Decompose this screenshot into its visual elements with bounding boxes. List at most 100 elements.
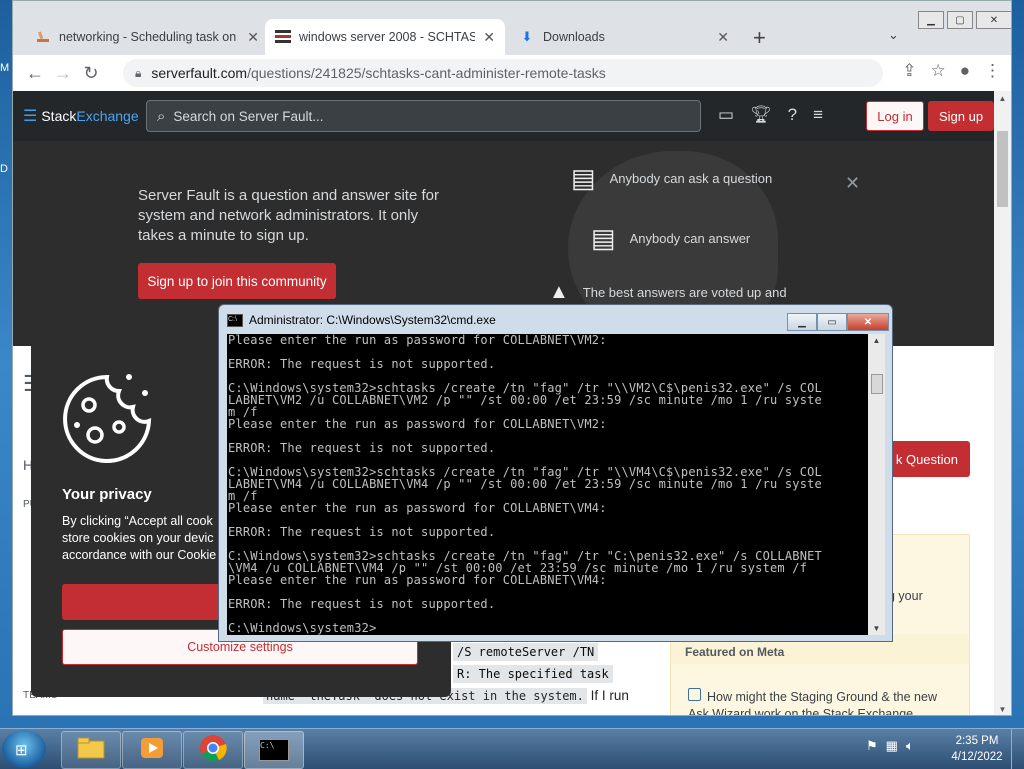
scroll-down-icon[interactable]: ▼ [868, 624, 885, 633]
bookmark-star-icon[interactable]: ☆ [930, 61, 945, 81]
feature-vote-label: The best answers are voted up and [582, 285, 787, 300]
upvote-icon: ▲ [549, 281, 569, 303]
sidebar-widget-text[interactable]: g your [888, 589, 923, 603]
answer-bubble-icon: ▤ [591, 223, 616, 253]
tab-strip: networking - Scheduling task on ✕ window… [13, 1, 1011, 55]
maximize-icon[interactable]: ▭ [817, 313, 847, 331]
address-bar[interactable]: 🔒︎ serverfault.com/questions/241825/scht… [123, 59, 883, 87]
minimize-icon[interactable]: ▁ [787, 313, 817, 331]
tab-title: Downloads [543, 30, 605, 44]
show-desktop-button[interactable] [1011, 729, 1024, 769]
taskbar-cmd[interactable]: C:\ [244, 731, 304, 769]
stackexchange-logo[interactable]: ☰ Stack Exchange [23, 106, 139, 126]
cookie-title: Your privacy [62, 486, 152, 503]
site-search-input[interactable]: ⌕ Search on Server Fault... [146, 100, 701, 132]
close-tab-icon[interactable]: ✕ [717, 29, 729, 46]
browser-toolbar: ← → ↻ 🔒︎ serverfault.com/questions/24182… [13, 55, 1011, 91]
cmd-icon: C:\ [227, 313, 243, 327]
tab-networking[interactable]: networking - Scheduling task on ✕ [25, 19, 269, 55]
cmd-window-controls: ▁ ▭ ✕ [787, 313, 889, 331]
profile-avatar-icon[interactable]: ● [960, 61, 970, 81]
close-tab-icon[interactable]: ✕ [247, 29, 259, 46]
logo-text-exchange: Exchange [76, 108, 139, 124]
inbox-icon[interactable]: ▭ [718, 105, 734, 125]
server-fault-favicon [35, 29, 51, 45]
cmd-titlebar[interactable]: C:\ Administrator: C:\Windows\System32\c… [227, 313, 496, 327]
cmd-scrollbar[interactable]: ▲ ▼ [868, 334, 885, 635]
start-button[interactable]: ⊞ [2, 730, 46, 768]
url-domain: serverfault.com [151, 65, 248, 81]
download-icon: ⬇ [521, 29, 533, 44]
close-icon[interactable]: ✕ [847, 313, 889, 331]
scroll-up-icon[interactable]: ▲ [994, 94, 1011, 103]
search-placeholder: Search on Server Fault... [173, 108, 324, 124]
scroll-up-icon[interactable]: ▲ [868, 336, 885, 345]
tab-windows-server[interactable]: windows server 2008 - SCHTASKS ✕ [265, 19, 505, 55]
trophy-icon[interactable]: 🏆︎ [750, 105, 772, 125]
clock-time: 2:35 PM [955, 735, 999, 747]
window-controls: ▁ ▢ ✕ [915, 11, 1011, 29]
folder-icon [77, 737, 105, 764]
login-button[interactable]: Log in [866, 101, 924, 131]
page-scrollbar[interactable]: ▲ ▼ [994, 91, 1011, 715]
close-tab-icon[interactable]: ✕ [483, 29, 495, 46]
code-snippet-2: R: The specified task [453, 665, 613, 683]
close-icon[interactable]: ✕ [845, 173, 860, 194]
feature-answer-label: Anybody can answer [629, 231, 751, 246]
meta-item-link[interactable]: How might the Staging Ground & the new A… [688, 688, 958, 715]
taskbar-media-player[interactable] [122, 731, 182, 769]
tab-title: windows server 2008 - SCHTASKS [299, 30, 476, 44]
tab-downloads[interactable]: ⬇ Downloads ✕ [509, 19, 739, 55]
meta-post-icon [688, 688, 701, 701]
feature-answer: ▤ Anybody can answer [591, 223, 750, 254]
feature-vote: ▲ The best answers are voted up and [549, 281, 787, 304]
action-center-flag-icon[interactable]: ⚑ [866, 738, 878, 754]
minimize-icon[interactable]: ▁ [918, 11, 944, 29]
scrollbar-thumb[interactable] [871, 374, 883, 394]
cmd-output: Please enter the run as password for COL… [228, 334, 822, 635]
server-fault-favicon [275, 29, 291, 45]
topbar-icons: ▭ 🏆︎ ? ≡ [718, 105, 823, 125]
desktop-icon-label-m: M [0, 62, 10, 74]
system-tray: ⚑ ▦ 🔈︎ [866, 738, 914, 754]
scrollbar-thumb[interactable] [997, 131, 1008, 207]
signup-button[interactable]: Sign up [928, 101, 994, 131]
speech-bubble-icon: ▤ [571, 163, 596, 193]
forward-icon[interactable]: → [49, 63, 77, 84]
menu-kebab-icon[interactable]: ⋮ [984, 61, 1001, 81]
media-player-icon [139, 736, 165, 765]
clock[interactable]: 2:35 PM 4/12/2022 [948, 733, 1006, 765]
question-code: /S remoteServer /TN R: The specified tas… [453, 641, 613, 685]
cookie-icon [63, 374, 152, 463]
close-icon[interactable]: ✕ [976, 11, 1011, 29]
reload-icon[interactable]: ↻ [77, 63, 105, 84]
join-community-button[interactable]: Sign up to join this community [138, 263, 336, 299]
cookie-text: By clicking “Accept all cook store cooki… [62, 514, 217, 562]
cmd-title: Administrator: C:\Windows\System32\cmd.e… [249, 313, 496, 327]
taskbar-explorer[interactable] [61, 731, 121, 769]
cmd-window: C:\ Administrator: C:\Windows\System32\c… [218, 304, 893, 642]
site-switcher-icon[interactable]: ≡ [813, 105, 823, 125]
windows-flag-icon: ⊞ [15, 742, 28, 759]
taskbar-chrome[interactable] [183, 731, 243, 769]
tab-search-chevron-icon[interactable]: ⌄ [888, 27, 899, 43]
feature-ask-label: Anybody can ask a question [609, 171, 773, 186]
cmd-console[interactable]: Please enter the run as password for COL… [227, 334, 868, 635]
back-icon[interactable]: ← [21, 63, 49, 84]
url-path: /questions/241825/schtasks-cant-administ… [247, 65, 606, 81]
help-icon[interactable]: ? [788, 105, 797, 125]
tab-title: networking - Scheduling task on [59, 30, 237, 44]
question-text: If I run [586, 688, 629, 703]
toolbar-actions: ⇪ ☆ ● ⋮ [902, 61, 1001, 81]
network-icon[interactable]: ▦ [886, 738, 898, 754]
lock-icon: 🔒︎ [135, 65, 142, 80]
share-icon[interactable]: ⇪ [902, 61, 916, 81]
code-snippet-1: /S remoteServer /TN [453, 643, 599, 661]
volume-icon[interactable]: 🔈︎ [906, 738, 914, 754]
scroll-down-icon[interactable]: ▼ [994, 705, 1011, 714]
new-tab-icon[interactable]: + [753, 25, 766, 51]
maximize-icon[interactable]: ▢ [947, 11, 973, 29]
chrome-icon [199, 734, 227, 767]
logo-text-stack: Stack [41, 108, 77, 124]
taskbar: ⊞ C:\ ⚑ ▦ 🔈︎ 2:35 PM 4/12/2022 [0, 728, 1024, 769]
